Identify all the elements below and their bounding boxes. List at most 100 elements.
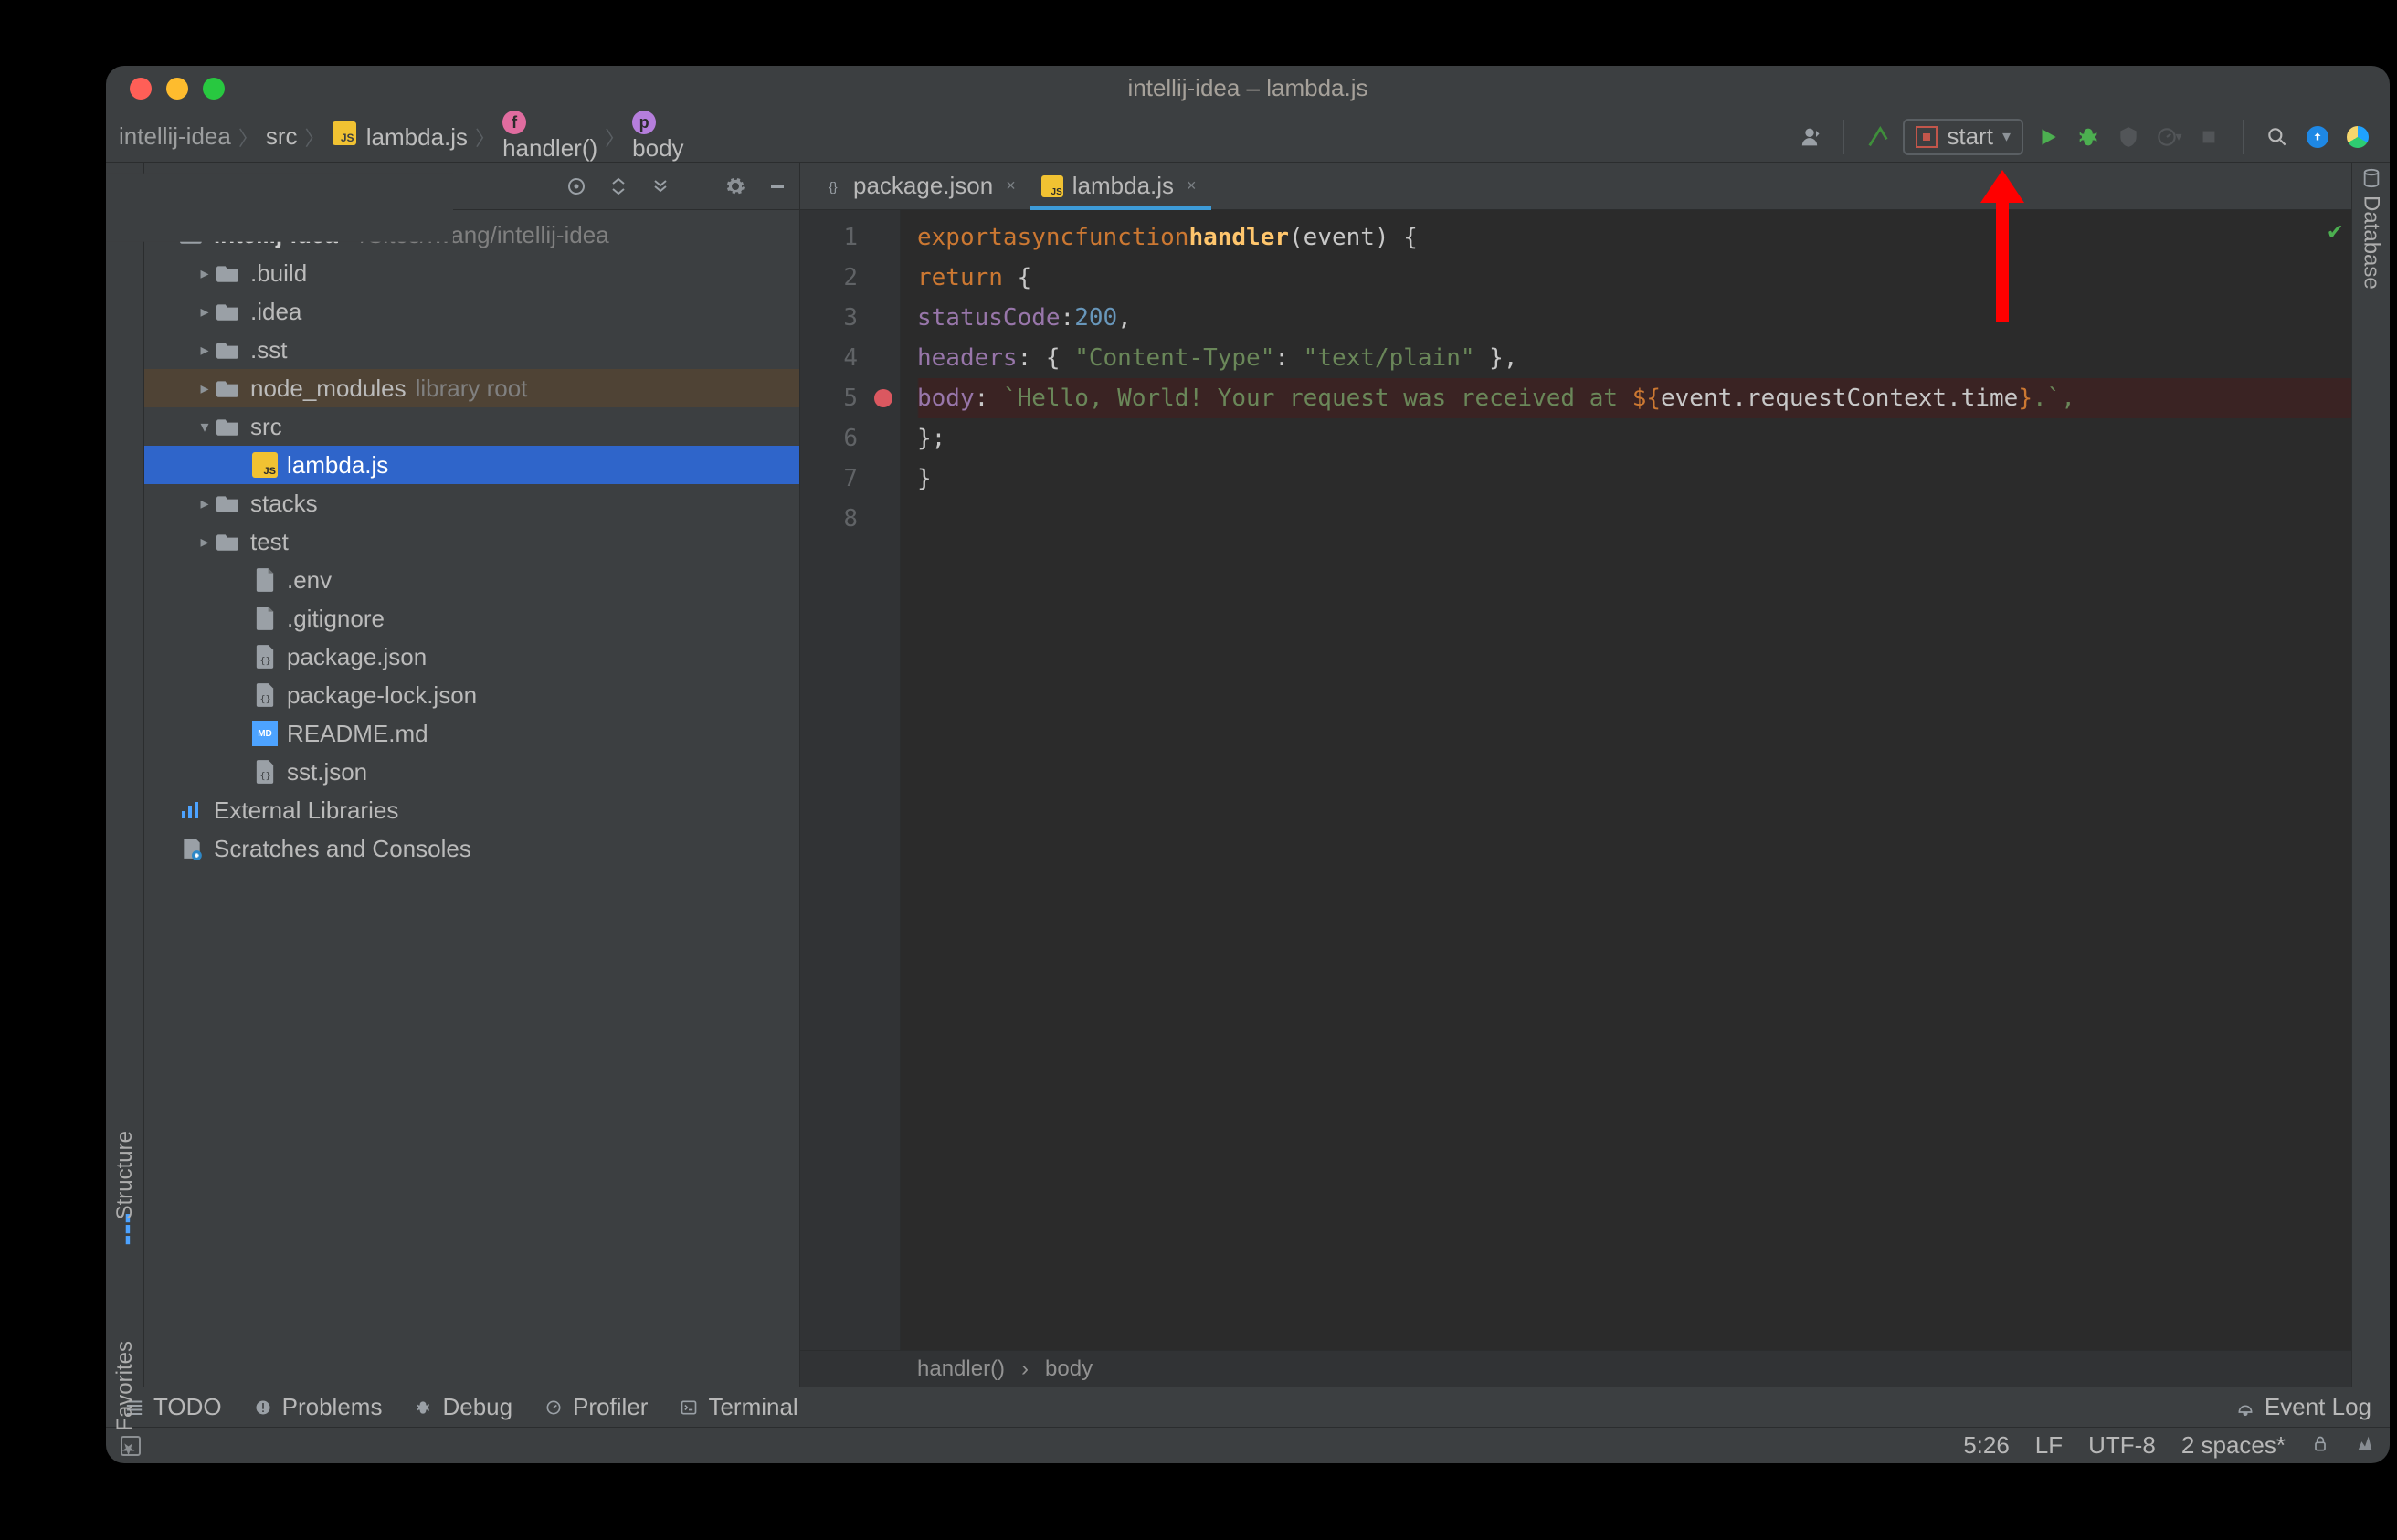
tree-expand-arrow[interactable] xyxy=(194,417,216,437)
favorites-tool-window-button[interactable]: Favorites xyxy=(112,1341,138,1459)
line-separator[interactable]: LF xyxy=(2035,1431,2063,1460)
tree-row[interactable]: .idea xyxy=(144,292,799,331)
gutter-line[interactable]: 4 xyxy=(800,338,900,378)
gutter-line[interactable]: 3 xyxy=(800,298,900,338)
breadcrumb-src[interactable]: src xyxy=(266,122,298,151)
ide-services-icon[interactable] xyxy=(2342,121,2373,153)
breadcrumb-function[interactable]: f handler() xyxy=(502,111,597,163)
tree-expand-arrow[interactable] xyxy=(194,302,216,322)
todo-tool-window-button[interactable]: ≣ TODO xyxy=(124,1393,222,1421)
project-tree[interactable]: intellij-idea~/Sites/fwang/intellij-idea… xyxy=(144,210,799,1387)
breadcrumb-property[interactable]: p body xyxy=(632,111,683,163)
gutter-line-breakpoint[interactable]: 5💡 xyxy=(800,378,900,418)
tree-row[interactable]: {}package.json xyxy=(144,638,799,676)
tree-row-label: .sst xyxy=(250,336,287,364)
tree-row-label: README.md xyxy=(287,720,428,748)
tree-row[interactable]: Scratches and Consoles xyxy=(144,829,799,868)
tree-row[interactable]: .gitignore xyxy=(144,599,799,638)
structure-rail-label: Structure xyxy=(112,1131,138,1219)
tree-row[interactable]: .build xyxy=(144,254,799,292)
tree-expand-arrow[interactable] xyxy=(194,264,216,283)
search-everywhere-button[interactable] xyxy=(2262,121,2293,153)
update-available-icon[interactable] xyxy=(2302,121,2333,153)
breadcrumb-sep: › xyxy=(1021,1356,1029,1382)
gutter-line[interactable]: 7 xyxy=(800,459,900,499)
debug-tool-window-button[interactable]: Debug xyxy=(413,1393,512,1421)
project-tool-window-button[interactable]: Project xyxy=(106,174,453,242)
profile-button[interactable]: ▾ xyxy=(2153,121,2184,153)
editor-code[interactable]: ✔ export async function handler(event) {… xyxy=(901,210,2351,1350)
profiler-tool-window-button[interactable]: Profiler xyxy=(544,1393,648,1421)
tree-row[interactable]: node_modules library root xyxy=(144,369,799,407)
build-icon[interactable] xyxy=(1863,121,1894,153)
breakpoint-icon[interactable] xyxy=(874,389,892,407)
tree-row[interactable]: .env xyxy=(144,561,799,599)
event-log-tool-window-button[interactable]: Event Log xyxy=(2235,1393,2371,1421)
navigation-bar: intellij-idea 〉 src 〉 lambda.js 〉 f hand… xyxy=(106,111,2390,163)
stop-button[interactable] xyxy=(2193,121,2224,153)
run-button[interactable] xyxy=(2033,121,2064,153)
bottom-item-label: TODO xyxy=(153,1393,222,1421)
select-opened-file-icon[interactable] xyxy=(564,174,589,199)
breadcrumb-file[interactable]: lambda.js xyxy=(333,121,469,152)
tree-expand-arrow[interactable] xyxy=(194,341,216,360)
breadcrumb-sep: 〉 xyxy=(305,122,325,152)
tree-row[interactable]: lambda.js xyxy=(144,446,799,484)
run-configuration-selector[interactable]: start ▾ xyxy=(1903,119,2023,155)
file-icon xyxy=(252,606,278,631)
function-icon: f xyxy=(502,111,526,134)
coverage-button[interactable] xyxy=(2113,121,2144,153)
expand-all-icon[interactable] xyxy=(606,174,631,199)
bottom-item-label: Event Log xyxy=(2265,1393,2371,1421)
close-tab-icon[interactable]: × xyxy=(1187,176,1197,195)
debug-button[interactable] xyxy=(2073,121,2104,153)
gutter-line[interactable]: 8 xyxy=(800,499,900,539)
bottom-tool-bar: ≣ TODO Problems Debug Profiler Terminal … xyxy=(106,1387,2390,1427)
tree-row-suffix: library root xyxy=(416,374,528,403)
tree-row[interactable]: stacks xyxy=(144,484,799,522)
code-with-me-icon[interactable] xyxy=(1794,121,1825,153)
database-rail-label: Database xyxy=(2359,195,2384,290)
close-tab-icon[interactable]: × xyxy=(1006,176,1016,195)
tree-row-label: node_modules xyxy=(250,374,407,403)
tree-row-label: .env xyxy=(287,566,332,595)
tree-row[interactable]: test xyxy=(144,522,799,561)
editor-breadcrumbs-bottom[interactable]: handler() › body xyxy=(800,1350,2351,1387)
folder-icon xyxy=(216,337,241,363)
settings-gear-icon[interactable] xyxy=(723,174,748,199)
gutter-line[interactable]: 6 xyxy=(800,418,900,459)
tree-row[interactable]: MDREADME.md xyxy=(144,714,799,753)
problems-tool-window-button[interactable]: Problems xyxy=(253,1393,383,1421)
indent-settings[interactable]: 2 spaces* xyxy=(2181,1431,2286,1460)
folder-icon xyxy=(216,375,241,401)
tree-row[interactable]: src xyxy=(144,407,799,446)
tree-row[interactable]: {}package-lock.json xyxy=(144,676,799,714)
tree-row[interactable]: {}sst.json xyxy=(144,753,799,791)
memory-indicator-icon[interactable] xyxy=(2355,1431,2375,1460)
tree-expand-arrow[interactable] xyxy=(194,533,216,552)
breadcrumb-project[interactable]: intellij-idea xyxy=(119,122,231,151)
tree-row-label: package.json xyxy=(287,643,427,671)
hide-tool-window-icon[interactable] xyxy=(765,174,790,199)
inspection-status-icon[interactable]: ✔ xyxy=(2328,217,2342,245)
caret-position[interactable]: 5:26 xyxy=(1963,1431,2010,1460)
tree-expand-arrow[interactable] xyxy=(194,379,216,398)
collapse-all-icon[interactable] xyxy=(648,174,673,199)
editor-gutter[interactable]: 1 2 3 4 5💡 6 7 8 xyxy=(800,210,901,1350)
database-tool-window-button[interactable]: Database xyxy=(2359,168,2384,290)
editor-tab-label: package.json xyxy=(853,172,993,200)
editor-tab-lambda-js[interactable]: lambda.js × xyxy=(1030,163,1211,209)
tree-expand-arrow[interactable] xyxy=(194,494,216,513)
editor-tab-package-json[interactable]: package.json × xyxy=(811,163,1030,209)
gutter-line[interactable]: 1 xyxy=(800,217,900,258)
breadcrumbs[interactable]: intellij-idea 〉 src 〉 lambda.js 〉 f hand… xyxy=(119,111,684,163)
readonly-lock-icon[interactable] xyxy=(2311,1431,2329,1460)
editor-crumb-property[interactable]: body xyxy=(1045,1356,1093,1382)
structure-tool-window-button[interactable]: Structure xyxy=(112,1131,138,1247)
editor-crumb-function[interactable]: handler() xyxy=(917,1356,1005,1382)
tree-row[interactable]: .sst xyxy=(144,331,799,369)
gutter-line[interactable]: 2 xyxy=(800,258,900,298)
tree-row[interactable]: External Libraries xyxy=(144,791,799,829)
file-encoding[interactable]: UTF-8 xyxy=(2088,1431,2156,1460)
terminal-tool-window-button[interactable]: Terminal xyxy=(679,1393,797,1421)
